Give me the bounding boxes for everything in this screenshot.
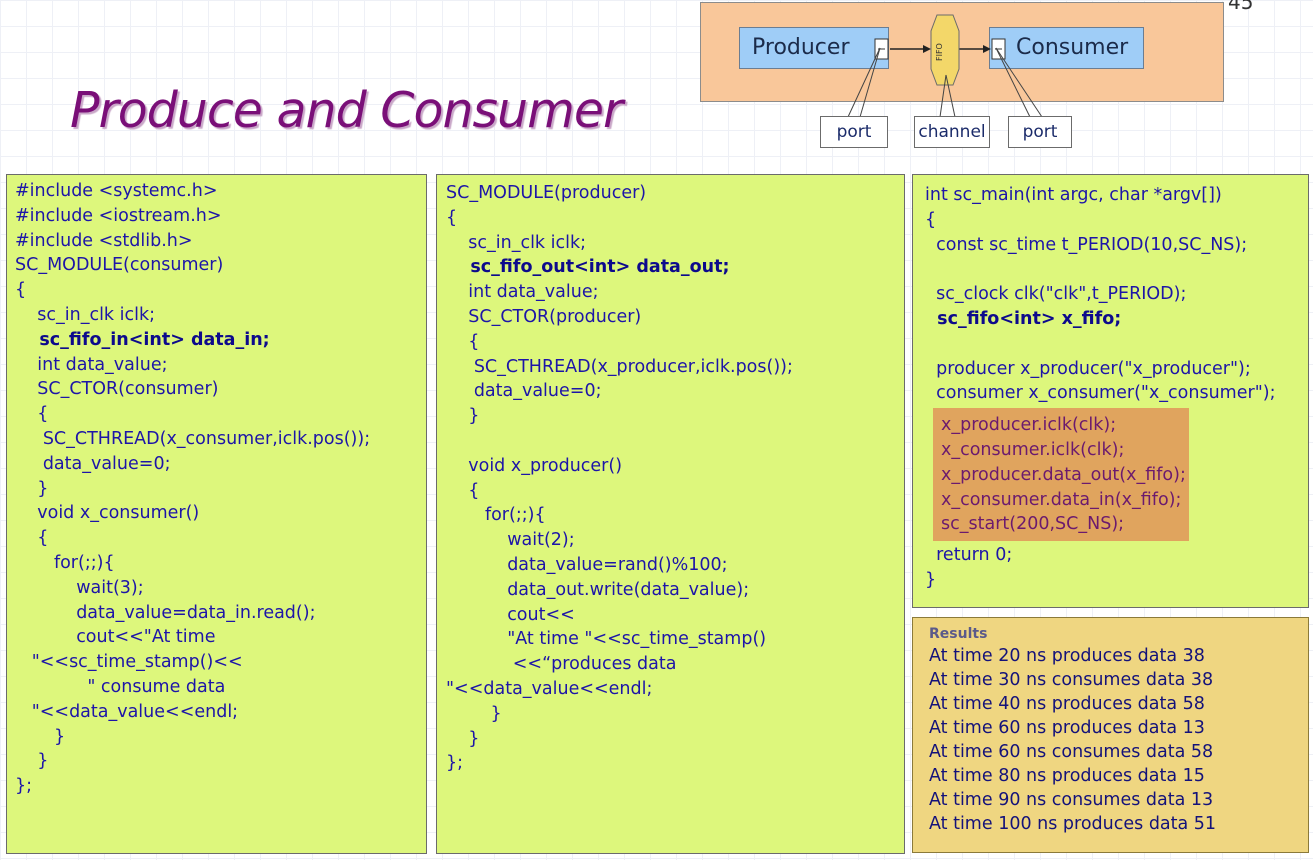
results-panel: Results At time 20 ns produces data 38 At…: [912, 617, 1309, 853]
results-heading: Results: [929, 626, 988, 642]
code-line: sc_fifo_in<int> data_in;: [15, 329, 270, 350]
code-line: data_value=data_in.read();: [15, 602, 316, 623]
code-line: At time 80 ns produces data 15: [929, 766, 1205, 786]
code-line: #include <iostream.h>: [15, 205, 222, 226]
code-line: At time 90 ns consumes data 13: [929, 790, 1214, 810]
code-line: {: [15, 280, 27, 301]
code-line: x_producer.iclk(clk);: [941, 415, 1117, 436]
code-line: "<<data_value<<endl;: [446, 678, 653, 699]
code-line: for(;;){: [15, 552, 115, 573]
code-line: int sc_main(int argc, char *argv[]): [925, 185, 1222, 205]
code-line: return 0;: [925, 545, 1013, 566]
code-line: }: [15, 726, 66, 747]
code-line: sc_fifo_out<int> data_out;: [446, 257, 730, 278]
code-line: {: [446, 207, 458, 228]
code-line: void x_consumer(): [15, 503, 200, 524]
code-line: SC_MODULE(producer): [446, 183, 647, 203]
code-line: At time 60 ns consumes data 58: [929, 742, 1214, 762]
code-line: SC_CTOR(producer): [446, 306, 642, 327]
code-line: <<“produces data: [446, 654, 677, 675]
code-line: x_consumer.data_in(x_fifo);: [941, 489, 1182, 510]
code-line: "At time "<<sc_time_stamp(): [446, 629, 767, 650]
code-line: data_out.write(data_value);: [446, 579, 750, 600]
code-line: }: [15, 478, 49, 499]
results-lines: At time 20 ns produces data 38 At time 30…: [929, 644, 1308, 836]
code-line: x_producer.data_out(x_fifo);: [941, 464, 1186, 485]
code-line: }: [446, 703, 502, 724]
code-line: }: [15, 751, 49, 772]
code-line: int data_value;: [446, 282, 599, 303]
code-line: #include <systemc.h>: [15, 181, 218, 201]
code-line: const sc_time t_PERIOD(10,SC_NS);: [925, 234, 1248, 255]
producer-code-lines: SC_MODULE(producer) { sc_in_clk iclk; sc_…: [446, 181, 904, 776]
code-line: int data_value;: [15, 354, 168, 375]
main-code-lines-bottom: return 0;}: [925, 543, 1308, 593]
code-line: At time 100 ns produces data 51: [929, 814, 1217, 834]
code-line: SC_CTOR(consumer): [15, 379, 219, 400]
code-line: }: [446, 728, 480, 749]
code-line: SC_CTHREAD(x_producer,iclk.pos());: [446, 356, 793, 377]
code-line: void x_producer(): [446, 455, 623, 476]
code-line: data_value=0;: [15, 453, 171, 474]
code-line: At time 30 ns consumes data 38: [929, 670, 1214, 690]
code-line: for(;;){: [446, 505, 546, 526]
code-line: wait(3);: [15, 577, 144, 598]
code-line: cout<<: [446, 604, 575, 625]
code-line: };: [446, 753, 464, 774]
code-line: wait(2);: [446, 530, 575, 551]
code-line: "<<sc_time_stamp()<<: [15, 652, 243, 673]
code-line: At time 60 ns produces data 13: [929, 718, 1205, 738]
producer-code-block: SC_MODULE(producer) { sc_in_clk iclk; sc_…: [436, 174, 905, 854]
code-line: {: [446, 480, 480, 501]
code-line: {: [446, 331, 480, 352]
code-line: consumer x_consumer("x_consumer");: [925, 383, 1276, 404]
code-line: data_value=0;: [446, 381, 602, 402]
code-line: };: [15, 776, 33, 797]
code-line: SC_MODULE(consumer): [15, 255, 224, 276]
code-line: sc_start(200,SC_NS);: [941, 514, 1125, 535]
code-line: At time 40 ns produces data 58: [929, 694, 1205, 714]
code-line: SC_CTHREAD(x_consumer,iclk.pos());: [15, 428, 371, 449]
code-line: {: [15, 528, 49, 549]
code-line: {: [15, 404, 49, 425]
consumer-code-block: #include <systemc.h> #include <iostream.h…: [6, 174, 427, 854]
code-line: sc_in_clk iclk;: [15, 304, 155, 325]
code-line: sc_clock clk("clk",t_PERIOD);: [925, 284, 1187, 305]
consumer-code-lines: #include <systemc.h> #include <iostream.h…: [15, 179, 426, 799]
code-line: data_value=rand()%100;: [446, 554, 728, 575]
code-line: }: [925, 569, 937, 590]
main-code-lines-top: int sc_main(int argc, char *argv[]) { con…: [925, 183, 1308, 406]
code-line: sc_in_clk iclk;: [446, 232, 586, 253]
main-code-block: int sc_main(int argc, char *argv[]) { con…: [912, 174, 1309, 608]
callout-pointers: [847, 47, 1043, 118]
main-code-highlight: x_producer.iclk(clk); x_consumer.iclk(clk…: [933, 408, 1189, 542]
channel-callout: channel: [914, 116, 990, 148]
port-callout-left: port: [820, 116, 888, 148]
code-line: " consume data: [15, 676, 226, 697]
code-line: }: [446, 406, 480, 427]
code-line: At time 20 ns produces data 38: [929, 646, 1205, 666]
code-line: #include <stdlib.h>: [15, 230, 193, 251]
code-line: x_consumer.iclk(clk);: [941, 439, 1125, 460]
code-line: producer x_producer("x_producer");: [925, 358, 1251, 379]
code-line: cout<<"At time: [15, 627, 216, 648]
code-line: {: [925, 209, 937, 230]
code-line: sc_fifo<int> x_fifo;: [925, 308, 1122, 329]
port-callout-right: port: [1008, 116, 1072, 148]
code-line: "<<data_value<<endl;: [15, 701, 239, 722]
